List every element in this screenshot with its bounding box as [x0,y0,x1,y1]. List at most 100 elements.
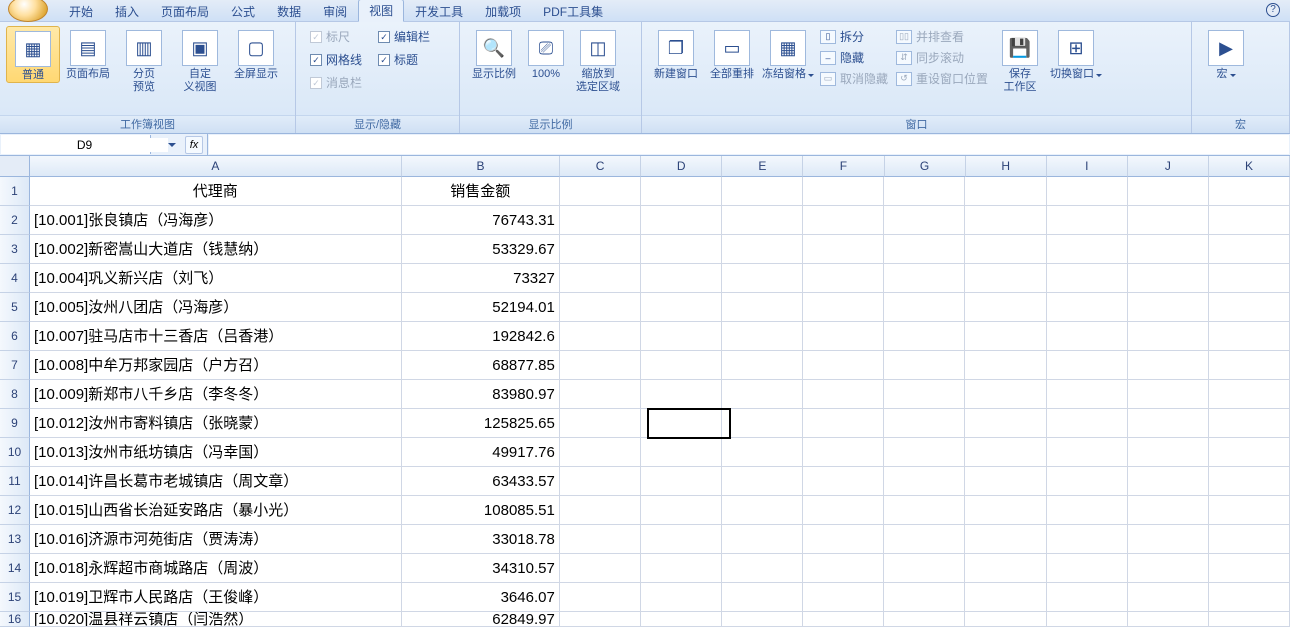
cell-F7[interactable] [803,351,884,380]
cell-C4[interactable] [560,264,641,293]
split-button[interactable]: ▯拆分 [820,28,888,45]
cell-G11[interactable] [884,467,965,496]
cell-J15[interactable] [1128,583,1209,612]
cell-I2[interactable] [1047,206,1128,235]
cell-F6[interactable] [803,322,884,351]
cell-E2[interactable] [722,206,803,235]
cell-G16[interactable] [884,612,965,627]
col-header-H[interactable]: H [966,156,1047,177]
cell-A10[interactable]: [10.013]汝州市纸坊镇店（冯幸国） [30,438,402,467]
cell-K11[interactable] [1209,467,1290,496]
cell-F5[interactable] [803,293,884,322]
cell-K6[interactable] [1209,322,1290,351]
cell-F12[interactable] [803,496,884,525]
zoom-to-selection-button[interactable]: ◫ 缩放到 选定区域 [570,26,626,94]
cell-B1[interactable]: 销售金额 [402,177,560,206]
view-custom-button[interactable]: ▣ 自定 义视图 [172,26,228,94]
cell-A1[interactable]: 代理商 [30,177,402,206]
cell-G14[interactable] [884,554,965,583]
cell-J2[interactable] [1128,206,1209,235]
cell-I3[interactable] [1047,235,1128,264]
switch-window-button[interactable]: ⊞切换窗口 [1048,26,1104,81]
col-header-F[interactable]: F [803,156,884,177]
cell-G15[interactable] [884,583,965,612]
cell-A3[interactable]: [10.002]新密嵩山大道店（钱慧纳） [30,235,402,264]
tab-dev[interactable]: 开发工具 [404,0,474,22]
cell-G9[interactable] [884,409,965,438]
row-header-16[interactable]: 16 [0,612,30,627]
cell-I14[interactable] [1047,554,1128,583]
cell-C7[interactable] [560,351,641,380]
cell-G5[interactable] [884,293,965,322]
row-header-13[interactable]: 13 [0,525,30,554]
cell-H12[interactable] [965,496,1046,525]
cell-J5[interactable] [1128,293,1209,322]
chk-gridlines[interactable]: ✓网格线 [310,51,362,68]
cell-B16[interactable]: 62849.97 [402,612,560,627]
cell-D15[interactable] [641,583,722,612]
cell-D2[interactable] [641,206,722,235]
macros-button[interactable]: ▶宏 [1198,26,1254,81]
cell-H1[interactable] [965,177,1046,206]
cell-H8[interactable] [965,380,1046,409]
new-window-button[interactable]: ❐新建窗口 [648,26,704,81]
tab-formula[interactable]: 公式 [220,0,266,22]
cell-B13[interactable]: 33018.78 [402,525,560,554]
row-header-4[interactable]: 4 [0,264,30,293]
row-header-11[interactable]: 11 [0,467,30,496]
cell-F9[interactable] [803,409,884,438]
cell-C15[interactable] [560,583,641,612]
cell-B2[interactable]: 76743.31 [402,206,560,235]
cell-J8[interactable] [1128,380,1209,409]
cell-K2[interactable] [1209,206,1290,235]
cell-F16[interactable] [803,612,884,627]
cell-D3[interactable] [641,235,722,264]
save-workspace-button[interactable]: 💾保存 工作区 [992,26,1048,94]
cell-I1[interactable] [1047,177,1128,206]
cell-I15[interactable] [1047,583,1128,612]
row-header-6[interactable]: 6 [0,322,30,351]
cell-C10[interactable] [560,438,641,467]
cell-A11[interactable]: [10.014]许昌长葛市老城镇店（周文章） [30,467,402,496]
cell-K12[interactable] [1209,496,1290,525]
row-header-3[interactable]: 3 [0,235,30,264]
cell-E10[interactable] [722,438,803,467]
view-pagebreak-button[interactable]: ▥ 分页 预览 [116,26,172,94]
cell-D6[interactable] [641,322,722,351]
cell-E3[interactable] [722,235,803,264]
cell-B11[interactable]: 63433.57 [402,467,560,496]
row-header-15[interactable]: 15 [0,583,30,612]
cell-D5[interactable] [641,293,722,322]
cell-I5[interactable] [1047,293,1128,322]
cell-C16[interactable] [560,612,641,627]
cell-F10[interactable] [803,438,884,467]
row-header-10[interactable]: 10 [0,438,30,467]
cell-J11[interactable] [1128,467,1209,496]
row-header-12[interactable]: 12 [0,496,30,525]
cell-I8[interactable] [1047,380,1128,409]
cell-D1[interactable] [641,177,722,206]
cell-H4[interactable] [965,264,1046,293]
cell-H16[interactable] [965,612,1046,627]
cell-I16[interactable] [1047,612,1128,627]
cell-G7[interactable] [884,351,965,380]
cell-H5[interactable] [965,293,1046,322]
tab-addin[interactable]: 加载项 [474,0,532,22]
cell-K4[interactable] [1209,264,1290,293]
cell-A8[interactable]: [10.009]新郑市八千乡店（李冬冬） [30,380,402,409]
select-all-corner[interactable] [0,156,30,177]
row-header-5[interactable]: 5 [0,293,30,322]
cell-H7[interactable] [965,351,1046,380]
cell-H9[interactable] [965,409,1046,438]
tab-review[interactable]: 审阅 [312,0,358,22]
cell-A9[interactable]: [10.012]汝州市寄料镇店（张晓蒙） [30,409,402,438]
cell-J14[interactable] [1128,554,1209,583]
tab-start[interactable]: 开始 [58,0,104,22]
row-header-14[interactable]: 14 [0,554,30,583]
cell-G10[interactable] [884,438,965,467]
cell-E15[interactable] [722,583,803,612]
help-icon[interactable]: ? [1266,3,1280,17]
cell-K1[interactable] [1209,177,1290,206]
cell-F13[interactable] [803,525,884,554]
cell-I7[interactable] [1047,351,1128,380]
